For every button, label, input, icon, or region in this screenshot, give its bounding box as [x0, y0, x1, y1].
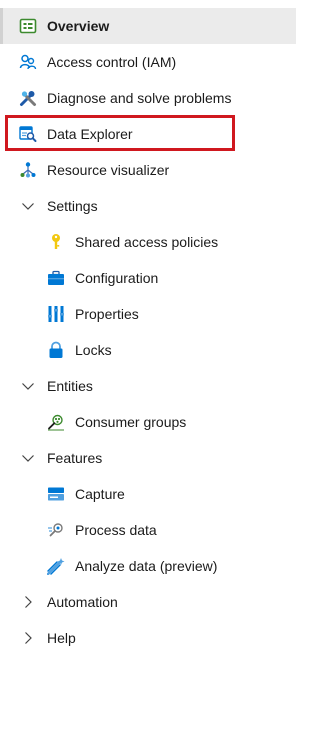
menu-item-label: Capture	[75, 486, 125, 502]
menu-item-label: Configuration	[75, 270, 159, 286]
menu-item-label: Overview	[47, 18, 110, 34]
menu-item-locks[interactable]: Locks	[0, 332, 296, 368]
group-help[interactable]: Help	[0, 620, 296, 656]
process-data-icon	[47, 521, 65, 539]
menu-item-data-explorer[interactable]: Data Explorer	[0, 116, 296, 152]
menu-item-label: Process data	[75, 522, 157, 538]
menu-item-resource-visualizer[interactable]: Resource visualizer	[0, 152, 296, 188]
consumer-groups-icon	[47, 413, 65, 431]
menu-item-label: Properties	[75, 306, 139, 322]
menu-item-access-control[interactable]: Access control (IAM)	[0, 44, 296, 80]
analyze-data-icon	[47, 557, 65, 575]
menu-item-label: Data Explorer	[47, 126, 133, 142]
menu-item-label: Locks	[75, 342, 112, 358]
resource-menu: Overview Access control (IAM) Diagnose a…	[0, 8, 296, 656]
chevron-down-icon	[20, 450, 36, 466]
properties-icon	[47, 305, 65, 323]
capture-icon	[47, 485, 65, 503]
menu-item-overview[interactable]: Overview	[0, 8, 296, 44]
menu-item-label: Diagnose and solve problems	[47, 90, 232, 106]
menu-item-label: Resource visualizer	[47, 162, 170, 178]
briefcase-icon	[47, 269, 65, 287]
chevron-down-icon	[20, 378, 36, 394]
menu-item-label: Shared access policies	[75, 234, 219, 250]
overview-icon	[19, 17, 37, 35]
hierarchy-icon	[19, 161, 37, 179]
lock-icon	[47, 341, 65, 359]
menu-item-configuration[interactable]: Configuration	[0, 260, 296, 296]
menu-item-analyze-data[interactable]: Analyze data (preview)	[0, 548, 296, 584]
chevron-down-icon	[20, 198, 36, 214]
menu-item-label: Access control (IAM)	[47, 54, 177, 70]
chevron-right-icon	[20, 594, 36, 610]
menu-item-process-data[interactable]: Process data	[0, 512, 296, 548]
menu-item-label: Consumer groups	[75, 414, 187, 430]
group-label: Settings	[47, 198, 98, 214]
menu-item-diagnose[interactable]: Diagnose and solve problems	[0, 80, 296, 116]
data-explorer-icon	[19, 125, 37, 143]
group-label: Automation	[47, 594, 118, 610]
group-settings[interactable]: Settings	[0, 188, 296, 224]
group-entities[interactable]: Entities	[0, 368, 296, 404]
group-label: Features	[47, 450, 103, 466]
wrench-icon	[19, 89, 37, 107]
key-icon	[47, 233, 65, 251]
group-features[interactable]: Features	[0, 440, 296, 476]
group-automation[interactable]: Automation	[0, 584, 296, 620]
group-label: Entities	[47, 378, 93, 394]
people-icon	[19, 53, 37, 71]
menu-item-shared-access-policies[interactable]: Shared access policies	[0, 224, 296, 260]
menu-item-capture[interactable]: Capture	[0, 476, 296, 512]
chevron-right-icon	[20, 630, 36, 646]
menu-item-properties[interactable]: Properties	[0, 296, 296, 332]
menu-item-consumer-groups[interactable]: Consumer groups	[0, 404, 296, 440]
menu-item-label: Analyze data (preview)	[75, 558, 218, 574]
group-label: Help	[47, 630, 76, 646]
